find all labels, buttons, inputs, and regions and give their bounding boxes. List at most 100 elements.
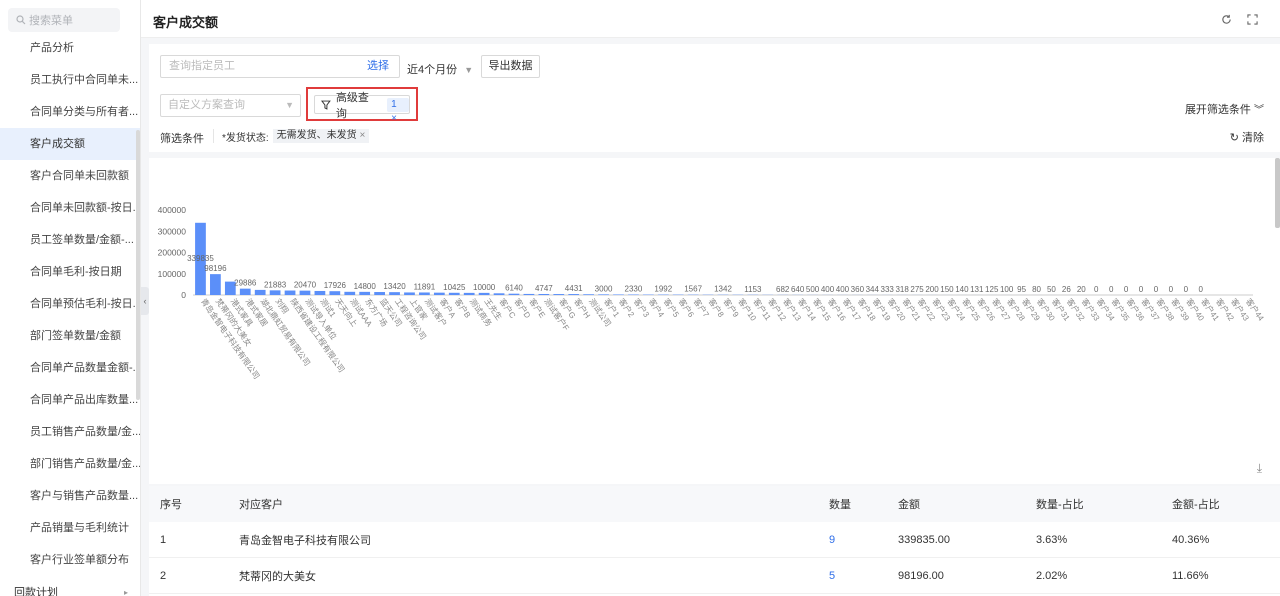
bar <box>374 292 385 295</box>
data-label: 4431 <box>565 284 583 293</box>
close-icon[interactable]: × <box>391 113 397 124</box>
sidebar-item[interactable]: 员工签单数量/金额-... <box>0 224 140 256</box>
header-qty-pct[interactable]: 数量-占比 <box>1036 496 1084 512</box>
sidebar-item[interactable]: 员工执行中合同单未... <box>0 64 140 96</box>
advanced-query-count: 1 <box>391 98 397 110</box>
data-label: 125 <box>985 285 999 294</box>
expand-filters-label: 展开筛选条件 <box>1184 104 1251 116</box>
bar <box>568 294 580 295</box>
employee-search-input[interactable]: 查询指定员工 选择 <box>160 55 400 78</box>
cell-amount: 339835.00 <box>898 533 950 546</box>
download-icon[interactable]: ⤓ <box>1257 461 1262 476</box>
header-amount-pct[interactable]: 金额-占比 <box>1172 496 1220 512</box>
data-label: 318 <box>895 285 909 294</box>
chart-scrollbar[interactable] <box>1275 158 1280 228</box>
data-label: 80 <box>1032 285 1041 294</box>
data-label: 10000 <box>473 283 496 292</box>
y-tick-label: 400000 <box>158 205 187 215</box>
sidebar-item[interactable]: 员工销售产品数量/金... <box>0 416 140 448</box>
cell-qty-pct: 3.63% <box>1036 533 1068 546</box>
advanced-query-button[interactable]: 高级查询 1 × <box>314 92 410 124</box>
sidebar-item[interactable]: 合同单分类与所有者... <box>0 96 140 128</box>
header-index: 序号 <box>160 499 182 511</box>
data-label: 4747 <box>535 284 553 293</box>
cell-index: 2 <box>160 569 167 582</box>
header-amount[interactable]: 金额 <box>898 496 920 512</box>
data-label: 333 <box>881 285 895 294</box>
sidebar-item[interactable]: 合同单预估毛利-按日... <box>0 288 140 320</box>
condition-value-text: 无需发货、未发货 <box>276 130 357 141</box>
sidebar-item[interactable]: 客户行业签单额分布 <box>0 544 140 576</box>
refresh-icon[interactable] <box>1219 12 1233 26</box>
sidebar-item[interactable]: 合同单产品出库数量... <box>0 384 140 416</box>
data-label: 0 <box>1094 285 1099 294</box>
close-icon[interactable]: × <box>359 130 365 141</box>
sidebar-item[interactable]: 客户合同单未回款额 <box>0 160 140 192</box>
sidebar-item[interactable]: 客户与销售产品数量... <box>0 480 140 512</box>
data-label: 2330 <box>625 285 643 294</box>
customer-amount-bar-chart: 0100000200000300000400000青岛金智电子科技有限公司梵蒂冈… <box>158 205 1267 381</box>
filter-condition-tag: *发货状态: 无需发货、未发货 × <box>222 129 370 144</box>
sidebar-item[interactable]: 部门销售产品数量/金... <box>0 448 140 480</box>
collapse-sidebar-handle[interactable]: ‹ <box>141 287 149 315</box>
cell-customer: 梵蒂冈的大美女 <box>239 570 316 583</box>
sidebar-item[interactable]: 合同单毛利-按日期 <box>0 256 140 288</box>
export-data-button[interactable]: 导出数据 <box>481 55 540 78</box>
data-label: 1992 <box>654 285 672 294</box>
data-label: 0 <box>1199 285 1204 294</box>
custom-scheme-select[interactable]: 自定义方案查询 ▼ <box>160 94 301 117</box>
data-label: 0 <box>1169 285 1174 294</box>
header-customer: 对应客户 <box>239 499 283 511</box>
bar <box>583 294 595 295</box>
expand-filters-button[interactable]: 展开筛选条件 ︾ <box>1185 101 1264 117</box>
sidebar-item[interactable]: 部门签单数量/金额 <box>0 320 140 352</box>
page-header: 客户成交额 <box>141 0 1280 38</box>
divider <box>213 129 214 143</box>
bar <box>613 294 624 295</box>
select-employee-button[interactable]: 选择 <box>367 56 389 77</box>
data-label: 400 <box>821 285 835 294</box>
sidebar-menu: 产品分析 员工执行中合同单未... 合同单分类与所有者... 客户成交额 客户合同单未回… <box>0 32 140 576</box>
cell-amount-pct: 40.36% <box>1172 533 1210 546</box>
fullscreen-icon[interactable] <box>1245 12 1259 26</box>
caret-down-icon: ▼ <box>285 100 294 110</box>
sidebar-item[interactable]: 客户成交额 <box>0 128 140 160</box>
bar <box>404 292 415 295</box>
data-label: 50 <box>1047 285 1056 294</box>
scheme-placeholder: 自定义方案查询 <box>168 99 245 111</box>
data-label: 13420 <box>383 282 406 291</box>
cell-qty-link[interactable]: 5 <box>829 570 835 582</box>
sidebar-item[interactable]: 产品销量与毛利统计 <box>0 512 140 544</box>
bar <box>359 291 371 295</box>
data-label: 344 <box>866 285 880 294</box>
sidebar-item[interactable]: 合同单未回款额-按日... <box>0 192 140 224</box>
advanced-query-count-badge[interactable]: 1 × <box>387 97 409 124</box>
bar <box>523 293 535 295</box>
data-label: 339835 <box>187 254 214 263</box>
bar <box>284 290 296 295</box>
sidebar-group-payment-plan[interactable]: 回款计划 ▸ <box>0 580 140 596</box>
bar <box>389 292 400 295</box>
cell-amount: 98196.00 <box>898 569 944 582</box>
clear-filters-button[interactable]: ↻ 清除 <box>1230 129 1264 145</box>
sidebar-item[interactable]: 合同单产品数量金额-... <box>0 352 140 384</box>
data-label: 10425 <box>443 283 466 292</box>
sidebar-item[interactable]: 产品分析 <box>0 32 140 64</box>
chart-panel: 0 100000 200000 300000 400000 青岛金智电子科技有限公司 梵蒂冈… <box>149 158 1280 484</box>
condition-value: 无需发货、未发货 × <box>272 129 370 143</box>
bar <box>314 290 326 295</box>
menu-search-input[interactable]: 搜索菜单 <box>8 8 120 32</box>
filter-icon <box>321 100 331 110</box>
data-label: 150 <box>940 285 954 294</box>
search-icon <box>16 15 26 25</box>
sidebar-scrollbar[interactable] <box>136 130 140 400</box>
data-label: 20 <box>1077 285 1086 294</box>
cell-qty-link[interactable]: 9 <box>829 534 835 546</box>
header-qty[interactable]: 数量 <box>829 496 851 512</box>
caret-down-icon: ▼ <box>464 65 474 75</box>
employee-search-placeholder: 查询指定员工 <box>169 60 235 72</box>
data-label: 14800 <box>354 282 377 291</box>
period-dropdown[interactable]: 近4个月份 ▼ <box>407 61 473 77</box>
data-table: 序号 对应客户 数量 金额 数量-占比 金额-占比 1 青岛金智电子科技有限公司… <box>149 486 1280 596</box>
sidebar: 搜索菜单 产品分析 员工执行中合同单未... 合同单分类与所有者... 客户成交额 客户… <box>0 0 141 596</box>
